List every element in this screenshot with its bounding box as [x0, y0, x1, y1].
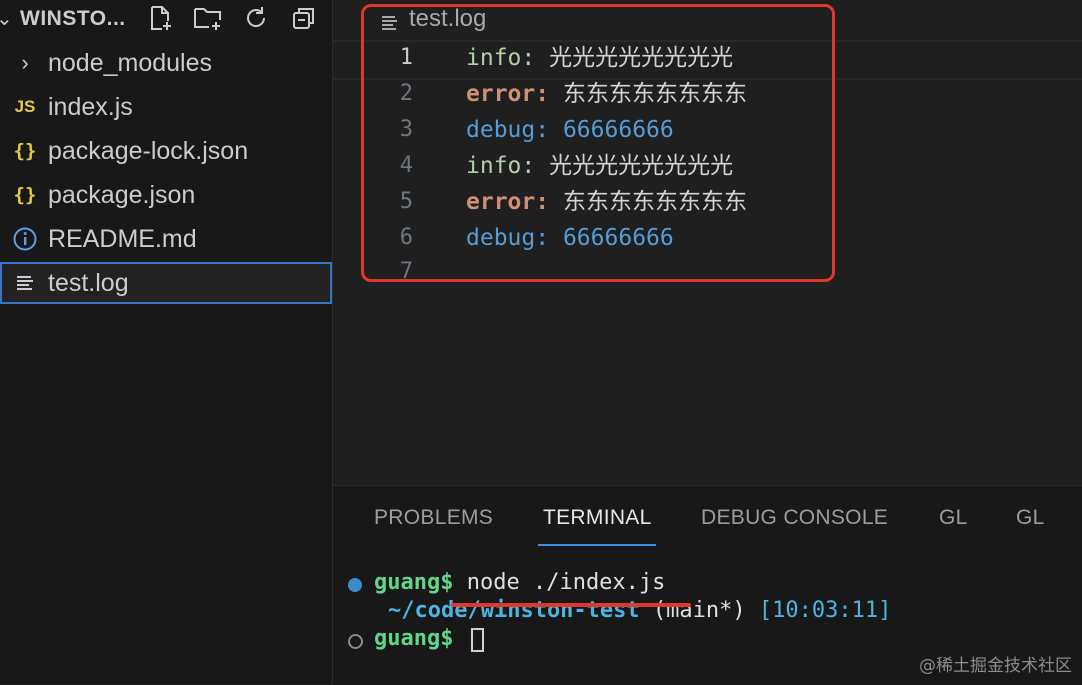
tab-gl-1[interactable]: GL: [939, 506, 968, 546]
new-folder-icon[interactable]: [193, 4, 221, 32]
js-file-icon: JS: [14, 97, 36, 116]
tab-debug-console[interactable]: DEBUG CONSOLE: [701, 506, 888, 546]
new-file-icon[interactable]: [146, 4, 174, 32]
terminal-line-command: guang$ node ./index.js: [374, 570, 665, 595]
tree-item-test-log[interactable]: test.log: [0, 262, 332, 304]
command-status-icon[interactable]: [348, 634, 363, 649]
tab-gl-2[interactable]: GL: [1016, 506, 1045, 546]
git-branch: (main*): [652, 598, 746, 623]
info-icon: [10, 218, 40, 265]
collapse-all-icon[interactable]: [290, 4, 318, 32]
highlight-annotation: [361, 4, 835, 282]
command-text: node ./index.js: [466, 570, 666, 595]
prompt-user: guang$: [374, 570, 454, 595]
chevron-right-icon: ›: [21, 50, 29, 75]
tree-item-label: package-lock.json: [48, 137, 249, 165]
active-tab-indicator: [538, 544, 656, 546]
tree-item-label: README.md: [48, 225, 197, 253]
log-file-icon: [10, 262, 40, 306]
terminal-line-cwd: ~/code/winston-test (main*) [10:03:11]: [388, 598, 891, 623]
tab-problems[interactable]: PROBLEMS: [374, 506, 493, 546]
terminal-cursor: [471, 628, 484, 652]
json-file-icon: {}: [13, 184, 37, 206]
cwd-path: ~/code/winston-test: [388, 598, 640, 623]
terminal-line-prompt[interactable]: guang$: [374, 626, 453, 651]
tree-item-label: node_modules: [48, 49, 213, 77]
tree-item-package-lock-json[interactable]: {} package-lock.json: [0, 130, 332, 172]
explorer-title[interactable]: WINSTO...: [20, 7, 126, 31]
json-file-icon: {}: [13, 140, 37, 162]
refresh-icon[interactable]: [242, 4, 270, 32]
explorer-header: ⌄ WINSTO...: [0, 0, 332, 38]
explorer-sidebar: ⌄ WINSTO... › node_modules JS index.js {…: [0, 0, 333, 684]
tree-item-label: package.json: [48, 181, 196, 209]
tree-item-label: test.log: [48, 269, 129, 297]
tree-item-node-modules[interactable]: › node_modules: [0, 42, 332, 84]
chevron-down-icon[interactable]: ⌄: [0, 6, 13, 31]
tree-item-readme-md[interactable]: README.md: [0, 218, 332, 260]
command-status-icon[interactable]: [348, 578, 362, 592]
tree-item-label: index.js: [48, 93, 133, 121]
strike-annotation: [451, 603, 691, 607]
prompt-time: [10:03:11]: [758, 598, 892, 623]
tree-item-index-js[interactable]: JS index.js: [0, 86, 332, 128]
tab-terminal[interactable]: TERMINAL: [543, 506, 652, 546]
tree-item-package-json[interactable]: {} package.json: [0, 174, 332, 216]
watermark: @稀土掘金技术社区: [919, 656, 1072, 676]
prompt-user: guang$: [374, 626, 454, 651]
